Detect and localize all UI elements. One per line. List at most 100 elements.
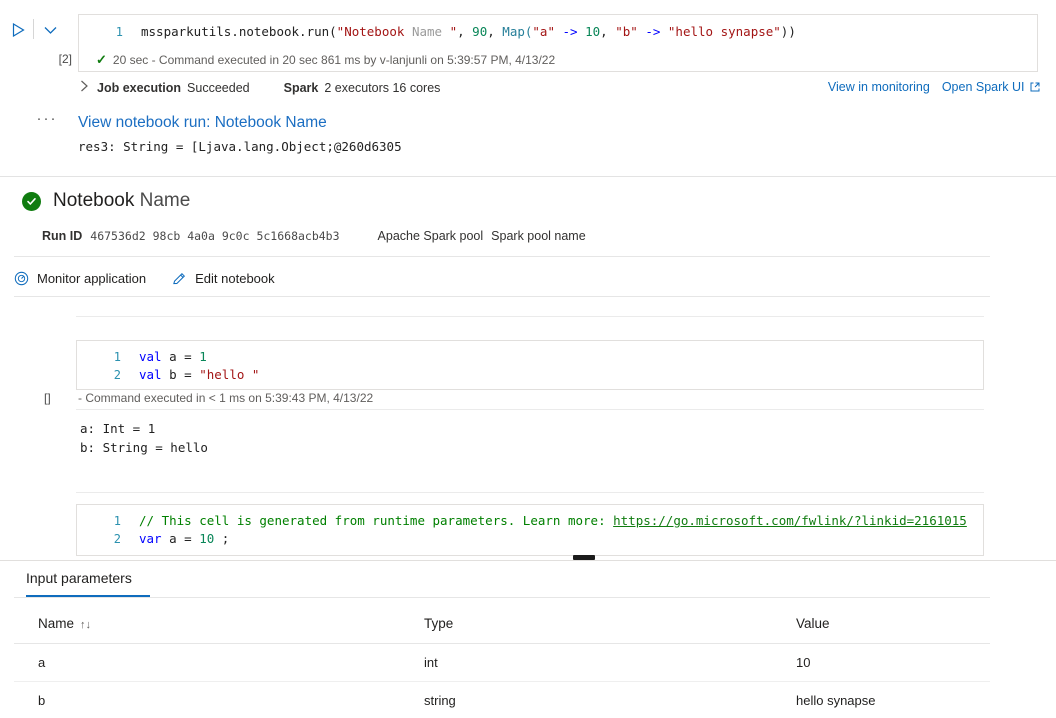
code-key-a: "a" [532,24,555,39]
parent-cell-status-text: 20 sec - Command executed in 20 sec 861 … [113,53,555,67]
code-str-hello: "hello " [199,367,259,382]
table-header-row: Name ↑↓ Type Value [14,600,990,644]
inner-cell-1-line-2: val b = "hello " [139,366,259,384]
ellipsis-icon[interactable]: ··· [30,110,64,127]
cell-execution-index: [2] [36,52,72,66]
code-num-10: 10 [199,531,214,546]
table-row[interactable]: b string hello synapse [14,682,990,718]
code-notebook-name: Notebook [344,24,404,39]
sort-ascending-icon[interactable]: ↑↓ [80,619,91,631]
open-spark-ui-label: Open Spark UI [942,80,1025,94]
code-num-1: 1 [199,349,207,364]
cell-param-value: 10 [772,644,990,682]
inner-cell-2-line-1: // This cell is generated from runtime p… [139,512,967,530]
code-arrow-1: -> [555,24,585,39]
code-comma-3: , [600,24,615,39]
inner-cell-2-line-2: var a = 10 ; [139,530,229,548]
parent-cell-status: ✓ 20 sec - Command executed in 20 sec 86… [96,52,555,68]
job-execution-links: View in monitoring Open Spark UI [828,80,1040,94]
success-check-circle-icon [22,192,41,211]
table-row[interactable]: a int 10 [14,644,990,682]
tab-input-parameters[interactable]: Input parameters [14,566,144,594]
code-eq-3: = [184,531,199,546]
gutter-divider [33,19,34,39]
inner-code-cell-1[interactable]: 1 val a = 1 2 val b = "hello " [76,340,984,390]
run-id-label: Run ID [42,229,82,243]
column-header-name-label: Name [38,616,74,631]
monitor-gauge-icon [14,271,29,286]
run-id-value: 467536d2 98cb 4a0a 9c0c 5c1668acb4b3 [90,229,339,243]
check-icon: ✓ [96,52,107,68]
code-keyword-val-2: val [139,367,162,382]
inner-cell-1-status: - Command executed in < 1 ms on 5:39:43 … [78,391,373,405]
inner-cell-1-line-1: val a = 1 [139,348,207,366]
edit-notebook-button[interactable]: Edit notebook [172,271,275,286]
inner-cell-1-index: [] [44,391,51,405]
monitor-application-label: Monitor application [37,271,146,286]
tabs-bottom-rule [14,597,990,598]
section-divider [0,176,1056,177]
column-header-value[interactable]: Value [772,600,990,644]
notebook-run-header: Notebook Name [22,190,190,212]
cell-result-text: res3: String = [Ljava.lang.Object;@260d6… [78,139,402,154]
bottom-panel-tabs: Input parameters [14,566,990,597]
code-arrow-2: -> [638,24,668,39]
monitor-application-button[interactable]: Monitor application [14,271,146,286]
code-notebook-name-placeholder: Name [404,24,449,39]
page-title-light: Name [134,190,190,211]
column-header-name[interactable]: Name ↑↓ [14,600,400,644]
chevron-right-icon[interactable] [80,80,89,95]
view-notebook-run-link[interactable]: View notebook run: Notebook Name [78,114,327,132]
edit-notebook-label: Edit notebook [195,271,275,286]
chevron-down-icon[interactable] [40,20,60,40]
inner-code-cell-2[interactable]: 1 // This cell is generated from runtime… [76,504,984,556]
notebook-run-meta: Run ID 467536d2 98cb 4a0a 9c0c 5c1668acb… [42,229,586,243]
output-line: b: String = hello [80,438,208,457]
external-link-icon [1025,80,1040,94]
cell-param-name: b [14,682,400,718]
run-triangle-icon[interactable] [8,20,28,40]
input-parameters-table: Name ↑↓ Type Value a int 10 b string hell… [14,600,990,718]
inner-cell-2-top-divider [76,492,984,493]
code-quote-close: " [450,24,458,39]
column-header-type[interactable]: Type [400,600,772,644]
cell-param-type: string [400,682,772,718]
learn-more-url-link[interactable]: https://go.microsoft.com/fwlink/?linkid=… [613,513,967,528]
panel-resize-handle[interactable] [573,555,595,560]
job-execution-status: Succeeded [187,81,250,95]
page-title: Notebook Name [53,190,190,212]
code-map-call: Map( [502,24,532,39]
job-execution-summary[interactable]: Job execution Succeeded Spark 2 executor… [80,80,440,95]
code-eq-1: = [184,349,199,364]
code-val-b: "hello synapse" [668,24,781,39]
command-bar-divider [14,296,990,297]
inner-cell-1-top-divider [76,316,984,317]
cell-param-name: a [14,644,400,682]
code-var-a-2: a [162,531,185,546]
job-execution-bar: Job execution Succeeded Spark 2 executor… [0,78,1056,102]
cell-param-value: hello synapse [772,682,990,718]
line-number: 1 [77,512,139,530]
inner-cell-1-bottom-divider [76,409,984,410]
spark-label: Spark [284,81,319,95]
open-spark-ui-link[interactable]: Open Spark UI [942,80,1040,94]
code-timeout-arg: 90 [472,24,487,39]
code-keyword-var: var [139,531,162,546]
code-eq-2: = [184,367,199,382]
code-tail-parens: )) [781,24,796,39]
notebook-run-page: [2] ··· 1 mssparkutils.notebook.run("Not… [0,0,1056,718]
meta-divider [14,256,990,257]
page-title-strong: Notebook [53,190,134,211]
code-var-a: a [162,349,185,364]
code-key-b: "b" [615,24,638,39]
code-keyword-val: val [139,349,162,364]
code-comma-1: , [457,24,472,39]
code-semicolon: ; [214,531,229,546]
notebook-command-bar: Monitor application Edit notebook [14,262,990,294]
bottom-panel-divider [0,560,1056,561]
pencil-edit-icon [172,271,187,286]
line-number: 2 [77,366,139,384]
code-comment-text: // This cell is generated from runtime p… [139,513,613,528]
view-in-monitoring-link[interactable]: View in monitoring [828,80,930,94]
output-line: a: Int = 1 [80,419,208,438]
